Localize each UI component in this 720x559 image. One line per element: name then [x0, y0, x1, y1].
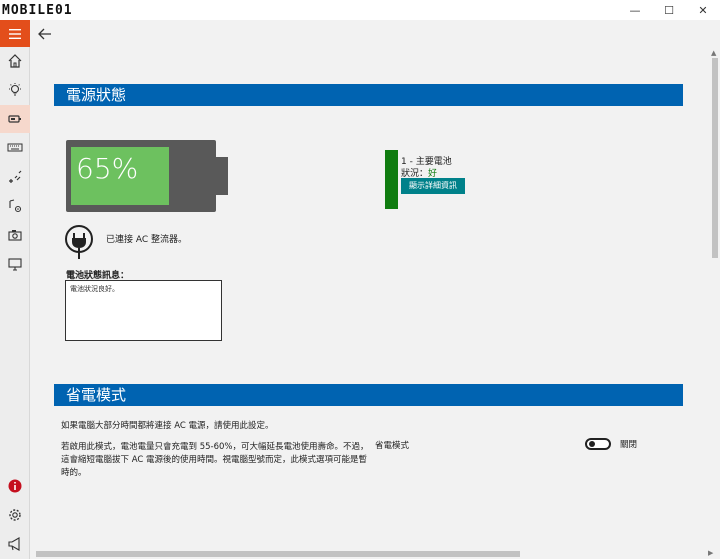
- maximize-button[interactable]: ☐: [652, 0, 686, 20]
- battery-terminal: [216, 157, 228, 195]
- info-icon: [8, 479, 22, 493]
- gear-icon: [9, 509, 21, 521]
- sidebar-item-settings[interactable]: [0, 501, 30, 529]
- hamburger-icon: [9, 28, 21, 39]
- title-bar: MOBILE01 — ☐ ✕: [0, 0, 720, 20]
- power-saving-toggle-label: 省電模式: [375, 441, 410, 451]
- app-logo: MOBILE01: [2, 1, 73, 19]
- sidebar-item-feedback[interactable]: [0, 530, 30, 558]
- audio-settings-icon: [9, 199, 22, 213]
- navigation-bar: [30, 20, 720, 47]
- home-icon: [8, 54, 22, 68]
- scroll-up-arrow-icon[interactable]: ▲: [711, 49, 716, 57]
- sidebar-item-battery[interactable]: [0, 105, 30, 133]
- back-arrow-icon[interactable]: [36, 25, 54, 43]
- sidebar-item-keyboard[interactable]: [0, 134, 30, 162]
- sidebar-item-camera[interactable]: [0, 221, 30, 249]
- horizontal-scroll-thumb[interactable]: [36, 551, 520, 557]
- close-button[interactable]: ✕: [686, 0, 720, 20]
- sidebar-item-info[interactable]: [0, 472, 30, 500]
- battery-message-text: 電池狀況良好。: [70, 285, 119, 293]
- battery-status-indicator: [385, 150, 398, 209]
- sidebar-item-audio[interactable]: [0, 192, 30, 220]
- network-icon: [9, 170, 22, 183]
- power-saving-toggle-state: 關閉: [620, 440, 638, 450]
- ac-plug-icon: [65, 225, 93, 259]
- logo-text: MOBILE01: [2, 2, 73, 18]
- power-saving-intro: 如果電腦大部分時間都將連接 AC 電源，請使用此設定。: [61, 421, 274, 431]
- camera-icon: [8, 230, 22, 241]
- hamburger-menu-button[interactable]: [0, 20, 30, 47]
- sidebar-item-network[interactable]: [0, 163, 30, 191]
- monitor-icon: [8, 258, 22, 271]
- sidebar-item-display[interactable]: [0, 250, 30, 278]
- scroll-right-arrow-icon[interactable]: ▶: [708, 549, 713, 557]
- battery-percent: 65%: [76, 152, 139, 185]
- power-saving-description: 若啟用此模式，電池電量只會充電到 55-60%，可大幅延長電池使用壽命。不過，這…: [61, 442, 369, 478]
- show-details-button[interactable]: 顯示詳細資訊: [401, 178, 465, 194]
- sidebar: [0, 20, 30, 559]
- vertical-scroll-thumb[interactable]: [712, 58, 718, 258]
- ac-adapter-status: 已連接 AC 整流器。: [106, 235, 188, 245]
- megaphone-icon: [8, 537, 20, 551]
- sidebar-item-home[interactable]: [0, 47, 30, 75]
- sidebar-item-lighting[interactable]: [0, 76, 30, 104]
- battery-icon: [8, 115, 21, 123]
- window-controls: — ☐ ✕: [618, 0, 720, 20]
- toggle-knob: [589, 441, 595, 447]
- minimize-button[interactable]: —: [618, 0, 652, 20]
- keyboard-icon: [7, 143, 23, 152]
- light-bulb-icon: [9, 83, 21, 96]
- power-saving-toggle[interactable]: [585, 438, 611, 450]
- power-status-header: 電源狀態: [54, 84, 683, 106]
- power-saving-header: 省電模式: [54, 384, 683, 406]
- battery-message-box: 電池狀況良好。: [65, 280, 222, 341]
